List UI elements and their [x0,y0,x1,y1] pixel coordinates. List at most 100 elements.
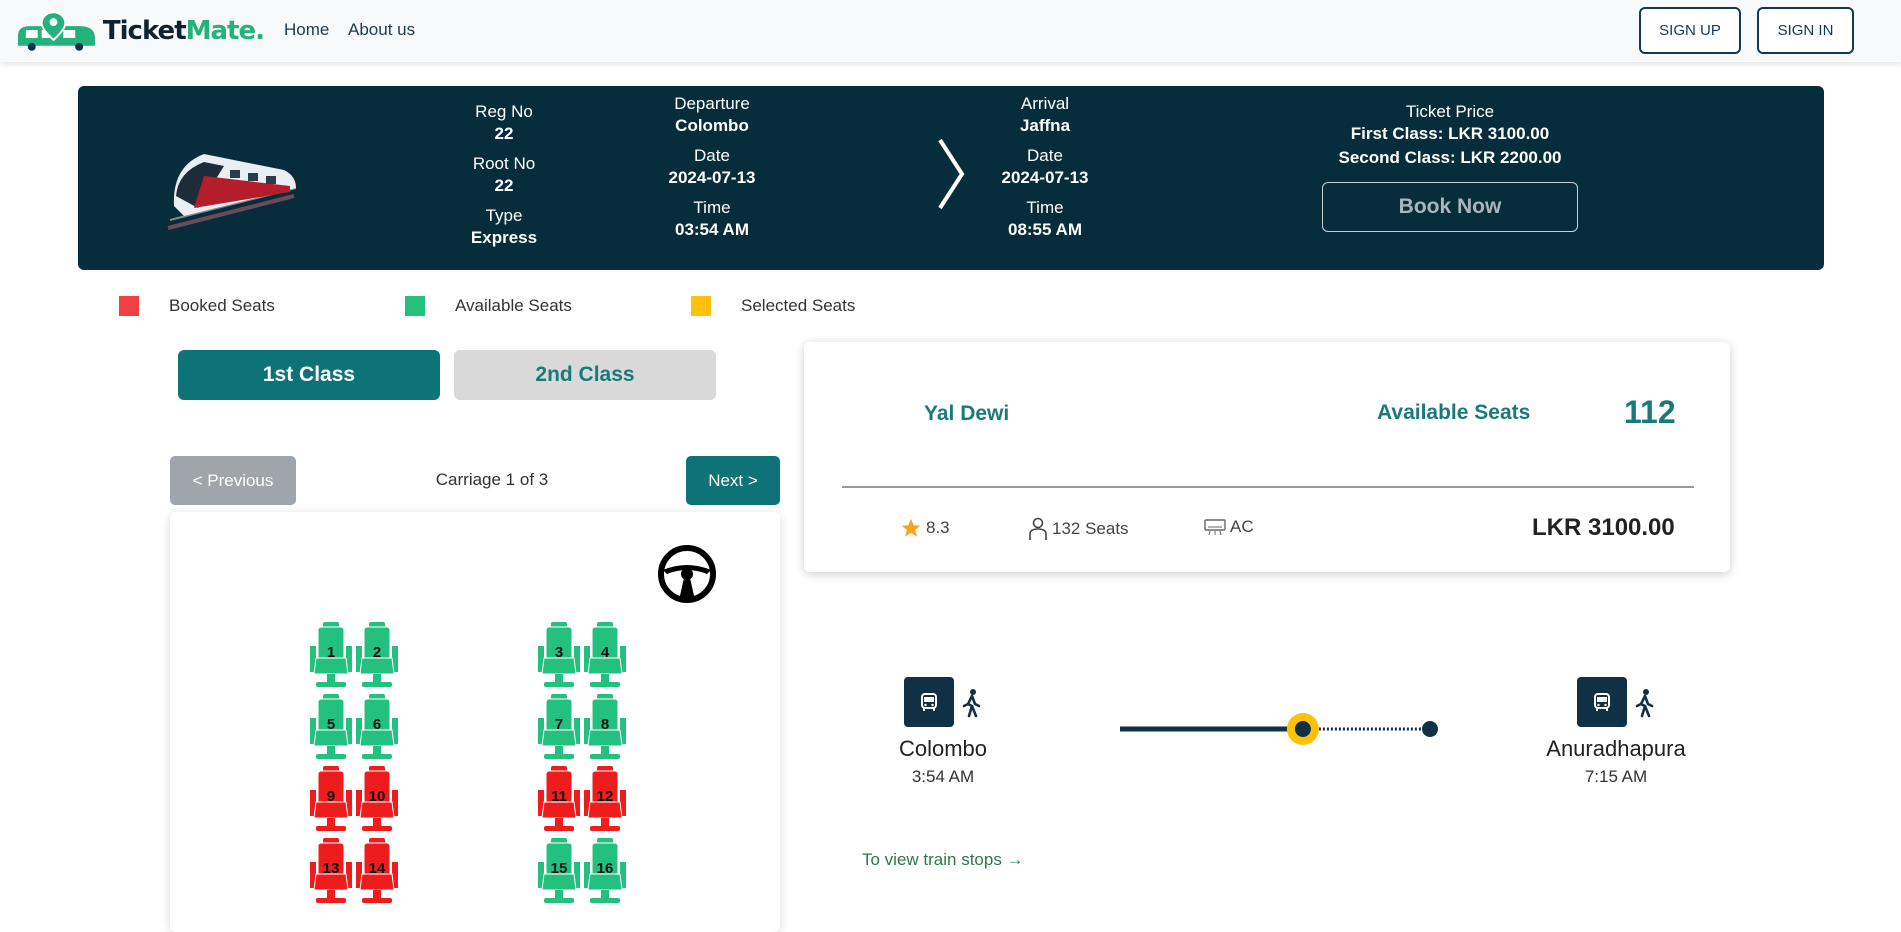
next-carriage-button[interactable]: Next > [686,456,780,505]
legend-selected-label: Selected Seats [741,296,856,315]
departure-value: Colombo [675,116,749,135]
seat-9[interactable]: 9 [306,766,356,834]
bus-pin-logo-icon [17,11,95,51]
destination-station-name: Anuradhapura [1546,736,1686,761]
legend-available: Available Seats [405,296,572,316]
seat-12[interactable]: 12 [580,766,630,834]
available-swatch [405,296,425,316]
arrival-label: Arrival [1020,94,1070,113]
legend-selected: Selected Seats [691,296,855,316]
seat-number: 11 [551,788,567,805]
train-info-card: Yal Dewi Available Seats 112 8.3 132 Sea… [804,342,1730,572]
origin-station-time: 3:54 AM [911,767,975,786]
ac-value: AC [1230,517,1254,536]
arrival-time-label: Time [1026,198,1064,217]
card-divider [842,486,1694,488]
type-value: Express [470,228,538,247]
departure-label: Departure [674,94,750,113]
ticket-price-block: Ticket Price First Class: LKR 3100.00 Se… [1300,102,1600,170]
seat-6[interactable]: 6 [352,694,402,762]
departure-block: Departure Colombo Date 2024-07-13 Time 0… [648,94,776,242]
seat-1[interactable]: 1 [306,622,356,690]
arrival-date-label: Date [1027,146,1063,165]
bus-icon [1577,677,1627,727]
seat-11[interactable]: 11 [534,766,584,834]
selected-swatch [691,296,711,316]
legend-booked-label: Booked Seats [169,296,275,315]
chevron-right-icon [938,138,965,210]
seat-number: 4 [600,644,610,661]
seat-16[interactable]: 16 [580,838,630,906]
seat-number: 2 [372,644,382,661]
origin-station-name: Colombo [898,736,988,761]
reg-no-value: 22 [494,124,514,143]
rating-feature: 8.3 [900,517,950,539]
sign-in-button[interactable]: SIGN IN [1757,7,1854,54]
walking-person-icon [962,689,981,718]
view-train-stops-link[interactable]: To view train stops → [862,850,1024,870]
arrival-time-value: 08:55 AM [1007,220,1082,239]
reg-no-label: Reg No [475,102,533,121]
seat-number: 1 [326,644,336,661]
seat-13[interactable]: 13 [306,838,356,906]
seat-number: 16 [596,860,614,877]
seat-2[interactable]: 2 [352,622,402,690]
seat-number: 9 [326,788,336,805]
tab-second-class[interactable]: 2nd Class [454,350,716,400]
seat-5[interactable]: 5 [306,694,356,762]
ac-unit-icon [1204,518,1226,536]
walking-person-icon [1635,689,1654,718]
nav-link-home[interactable]: Home [284,20,329,40]
steering-wheel-icon [658,545,716,603]
sign-up-button[interactable]: SIGN UP [1639,7,1741,54]
star-icon [900,517,922,539]
first-class-price: First Class: LKR 3100.00 [1350,124,1550,143]
available-seats-count: 112 [1624,394,1676,430]
seat-14[interactable]: 14 [352,838,402,906]
seat-4[interactable]: 4 [580,622,630,690]
root-no-label: Root No [472,154,536,173]
root-no-value: 22 [494,176,514,195]
seat-number: 5 [326,716,336,733]
legend-available-label: Available Seats [455,296,572,315]
seat-3[interactable]: 3 [534,622,584,690]
seat-number: 10 [368,788,386,805]
seat-number: 13 [322,860,340,877]
book-now-button[interactable]: Book Now [1322,182,1578,232]
brand-name: TicketMate. [102,16,265,46]
tab-first-class[interactable]: 1st Class [178,350,440,400]
ticket-price: LKR 3100.00 [1532,514,1675,541]
destination-station-time: 7:15 AM [1584,767,1648,786]
seat-number: 8 [600,716,610,733]
departure-date-value: 2024-07-13 [668,168,756,187]
brand-logo[interactable]: TicketMate. [14,10,265,52]
seat-7[interactable]: 7 [534,694,584,762]
seat-number: 12 [596,788,614,805]
seat-number: 14 [368,860,386,877]
carriage-indicator: Carriage 1 of 3 [435,470,549,489]
train-name: Yal Dewi [924,402,1010,425]
departure-date-label: Date [694,146,730,165]
previous-carriage-button[interactable]: < Previous [170,456,296,505]
departure-time-value: 03:54 AM [674,220,749,239]
train-image-icon [167,154,297,230]
route-progress [1120,713,1438,745]
seat-number: 6 [372,716,382,733]
capacity-value: 132 Seats [1052,519,1129,538]
arrival-block: Arrival Jaffna Date 2024-07-13 Time 08:5… [981,94,1109,242]
capacity-feature: 132 Seats [1028,517,1129,541]
seat-10[interactable]: 10 [352,766,402,834]
nav-link-about[interactable]: About us [348,20,415,40]
seat-8[interactable]: 8 [580,694,630,762]
ticket-price-label: Ticket Price [1405,102,1495,121]
departure-time-label: Time [693,198,731,217]
type-label: Type [485,206,523,225]
second-class-price: Second Class: LKR 2200.00 [1338,148,1562,167]
seat-map-panel: 1 2 3 4 5 6 7 8 9 10 11 12 13 14 15 16 [170,512,780,932]
navbar: TicketMate. Home About us SIGN UP SIGN I… [0,0,1901,62]
train-summary-banner: Reg No 22 Root No 22 Type Express Depart… [78,86,1824,270]
rating-value: 8.3 [926,518,950,537]
seat-number: 15 [550,860,568,877]
seat-15[interactable]: 15 [534,838,584,906]
bus-icon [904,677,954,727]
